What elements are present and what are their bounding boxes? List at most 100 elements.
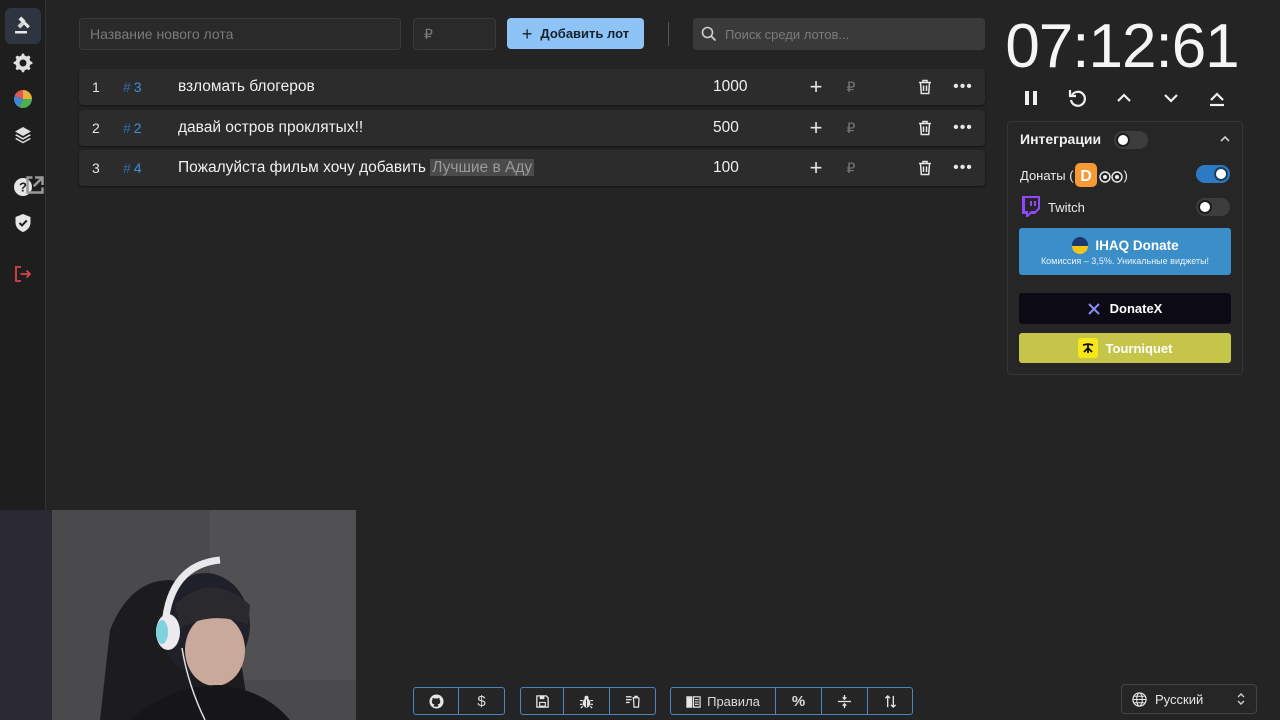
bug-icon [579,695,594,708]
toggle-knob [1216,169,1226,179]
integrations-panel: Интеграции Донаты ( D ) Twitch IHAQ Dona… [1007,121,1243,375]
timer-display[interactable]: 07:12:61 [1004,12,1240,82]
trash-icon[interactable] [916,78,934,96]
chevron-up-icon [1117,93,1131,102]
toggle-knob [1200,202,1210,212]
twitch-toggle[interactable] [1196,198,1230,216]
sidebar-item-wheel[interactable] [5,81,41,117]
integrations-title: Интеграции [1020,131,1102,147]
sidebar-item-auction[interactable] [5,8,41,44]
github-button[interactable] [414,688,459,714]
more-options-icon[interactable]: ••• [953,158,973,178]
svg-text:D: D [1080,168,1092,185]
lot-name[interactable]: взломать блогеров [178,69,315,105]
search-icon [701,26,717,42]
sort-arrows-icon [884,694,896,708]
chevron-up-icon[interactable] [1218,132,1232,146]
plus-icon: + [521,23,533,44]
lot-row[interactable]: 3 #4 Пожалуйста фильм хочу добавить Лучш… [79,150,985,186]
lot-id-value: 2 [133,120,142,136]
lot-id-value: 4 [133,160,142,176]
add-amount-button[interactable]: + [806,157,826,179]
donate-button[interactable]: $ [459,688,504,714]
lot-name-text: давай остров проклятых!! [178,119,364,136]
pause-button[interactable] [1018,85,1044,111]
select-arrows-icon [1237,693,1245,705]
bottom-toolbar-links: $ [413,687,505,715]
report-bug-button[interactable] [564,688,610,714]
gear-icon [13,53,33,73]
lot-id[interactable]: #4 [123,150,142,186]
lot-amount[interactable]: 100 [713,150,739,186]
lot-hash: # [123,79,131,95]
pie-chart-icon [13,89,33,109]
clear-list-icon [625,695,640,708]
dollar-icon: $ [477,692,486,710]
add-amount-button[interactable]: + [806,76,826,98]
lot-id[interactable]: #3 [123,69,142,105]
add-amount-currency[interactable]: ₽ [842,118,860,138]
add-amount-button[interactable]: + [806,117,826,139]
twitch-icon [1022,196,1040,217]
rules-button[interactable]: Правила [671,688,776,714]
add-lot-button[interactable]: + Добавить лот [507,18,644,49]
more-options-icon[interactable]: ••• [953,118,973,138]
add-amount-currency[interactable]: ₽ [842,77,860,97]
split-button[interactable] [822,688,868,714]
lot-index: 3 [92,160,100,176]
timer-increase-button[interactable] [1111,85,1137,111]
sort-button[interactable] [868,688,912,714]
new-lot-name-input[interactable] [79,18,401,50]
lot-name-highlight: Лучшие в Аду [430,159,535,176]
clear-lots-button[interactable] [610,688,655,714]
reset-timer-button[interactable] [1065,85,1091,111]
add-amount-currency[interactable]: ₽ [842,158,860,178]
lot-name[interactable]: Пожалуйста фильм хочу добавить Лучшие в … [178,150,535,186]
donatex-button[interactable]: DonateX [1019,293,1231,324]
lot-amount[interactable]: 500 [713,110,739,146]
ihaq-donate-button[interactable]: IHAQ Donate Комиссия – 3,5%. Уникальные … [1019,228,1231,275]
integrations-master-toggle[interactable] [1114,131,1148,149]
donatex-label: DonateX [1109,301,1163,316]
percent-icon: % [791,692,806,710]
ihaq-subtitle: Комиссия – 3,5%. Уникальные виджеты! [1040,256,1210,266]
lot-row[interactable]: 1 #3 взломать блогеров 1000 + ₽ ••• [79,69,985,105]
lot-search-input[interactable] [725,26,975,42]
sidebar-item-security[interactable] [5,205,41,241]
lot-hash: # [123,120,131,136]
donatex-logo-icon [1087,302,1100,315]
github-icon [428,693,444,709]
trash-icon[interactable] [916,119,934,137]
save-button[interactable] [521,688,564,714]
save-icon [535,694,549,708]
timer-double-increase-button[interactable] [1204,85,1230,111]
language-select[interactable]: Русский [1121,684,1257,714]
more-options-icon[interactable]: ••• [953,77,973,97]
donations-label-suffix: ) [1123,167,1128,183]
ihaq-logo-icon [1072,237,1089,254]
new-lot-price-input[interactable] [413,18,496,50]
lot-row[interactable]: 2 #2 давай остров проклятых!! 500 + ₽ ••… [79,110,985,146]
ihaq-title: IHAQ Donate [1095,237,1179,253]
timer-decrease-button[interactable] [1158,85,1184,111]
donations-toggle[interactable] [1196,165,1230,183]
lot-search [693,18,985,50]
sidebar-item-help[interactable]: ? [5,169,44,205]
lot-id[interactable]: #2 [123,110,142,146]
rules-button-label: Правила [707,693,760,709]
bottom-toolbar-data [520,687,656,715]
tourniquet-button[interactable]: Tourniquet [1019,333,1231,363]
sidebar-item-layers[interactable] [5,117,41,153]
twitch-label-text: Twitch [1048,199,1085,215]
tourniquet-logo-icon [1077,338,1098,358]
sidebar-item-logout[interactable] [5,256,41,292]
lot-hash: # [123,160,131,176]
toolbar-divider [668,22,669,46]
lot-name[interactable]: давай остров проклятых!! [178,110,363,146]
reset-icon [1068,90,1086,107]
sidebar-item-settings[interactable] [5,45,41,81]
chevron-down-icon [1164,94,1178,103]
trash-icon[interactable] [916,159,934,177]
percent-button[interactable]: % [776,688,822,714]
lot-amount[interactable]: 1000 [713,69,747,105]
